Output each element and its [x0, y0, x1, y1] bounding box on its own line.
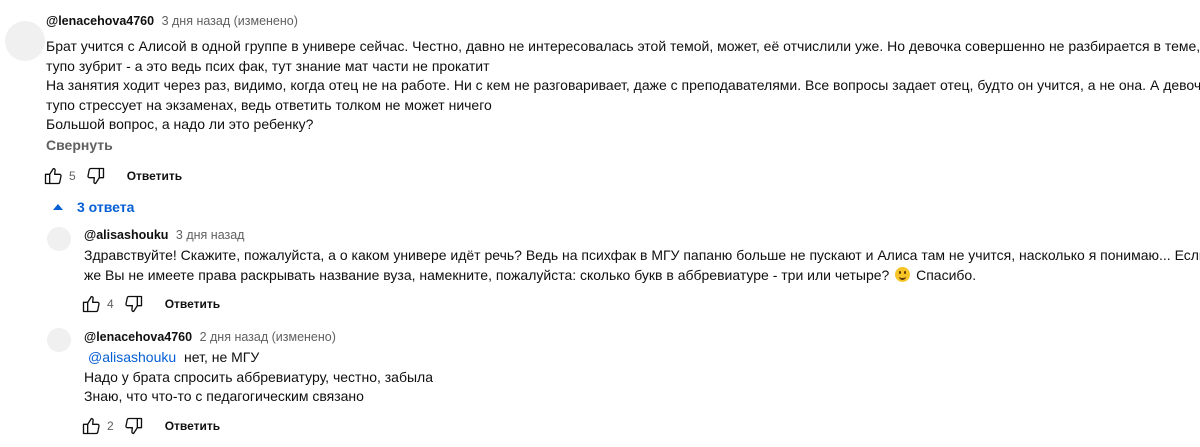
reply-button[interactable]: Ответить — [127, 169, 182, 183]
comment-text-line: Брат учится с Алисой в одной группе в ун… — [46, 38, 1200, 54]
thumbs-up-icon[interactable] — [80, 415, 102, 437]
like-count: 5 — [69, 169, 76, 183]
reply-text-segment: же Вы не имеете права раскрывать названи… — [84, 266, 890, 283]
reply-text-line: Знаю, что что-то с педагогическим связан… — [84, 388, 364, 404]
caret-up-icon — [53, 204, 63, 210]
reply-action-bar: 4 Ответить — [80, 292, 220, 316]
reply-text-segment: Спасибо. — [916, 266, 977, 283]
comment-text-line: тупо зубрит - а это ведь псих фак, тут з… — [46, 57, 490, 74]
comment-text-line: Большой вопрос, а надо ли это ребенку? — [46, 116, 314, 132]
mention-link[interactable]: @alisashouku — [88, 349, 176, 365]
comment-text: Брат учится с Алисой в одной группе в ун… — [46, 37, 1200, 135]
thumbs-down-icon[interactable] — [123, 293, 145, 315]
collapse-button[interactable]: Свернуть — [46, 137, 113, 153]
comment-action-bar: 5 Ответить — [42, 164, 182, 188]
comment-author[interactable]: @lenacehova4760 — [46, 14, 154, 28]
reply-text-segment: нет, не МГУ — [184, 349, 260, 365]
reply-text-line: Здравствуйте! Скажите, пожалуйста, а о к… — [84, 247, 1200, 263]
thumbs-down-icon[interactable] — [123, 415, 145, 437]
thumbs-up-icon[interactable] — [42, 165, 64, 187]
reply-author[interactable]: @lenacehova4760 — [84, 330, 192, 344]
thumbs-down-icon[interactable] — [85, 165, 107, 187]
reply-text-line: Надо у брата спросить аббревиатуру, чест… — [84, 368, 433, 385]
thumbs-up-icon[interactable] — [80, 293, 102, 315]
avatar[interactable] — [47, 328, 71, 352]
reply-header: @lenacehova4760 2 дня назад (изменено) — [84, 330, 336, 344]
reply-button[interactable]: Ответить — [165, 419, 220, 433]
reply-text: @alisashouku нет, не МГУ Надо у брата сп… — [84, 348, 433, 407]
comment-text-line: На занятия ходит через раз, видимо, когд… — [46, 77, 1200, 93]
comment-text-line: тупо стрессует на экзаменах, ведь ответи… — [46, 96, 492, 113]
reply-text-line: @alisashouku нет, не МГУ — [84, 348, 433, 368]
reply-text-line: же Вы не имеете права раскрывать названи… — [84, 266, 1200, 286]
reply-timestamp[interactable]: 3 дня назад — [176, 228, 245, 242]
reply-timestamp[interactable]: 2 дня назад (изменено) — [200, 330, 336, 344]
comment-header: @lenacehova4760 3 дня назад (изменено) — [46, 14, 298, 28]
reply-header: @alisashouku 3 дня назад — [84, 228, 244, 242]
reply-text: Здравствуйте! Скажите, пожалуйста, а о к… — [84, 246, 1200, 285]
avatar[interactable] — [5, 21, 45, 61]
comment-timestamp[interactable]: 3 дня назад (изменено) — [162, 14, 298, 28]
avatar[interactable] — [47, 227, 71, 251]
replies-toggle-label: 3 ответа — [77, 199, 135, 215]
like-count: 4 — [107, 297, 114, 311]
reply-author[interactable]: @alisashouku — [84, 228, 168, 242]
reply-action-bar: 2 Ответить — [80, 414, 220, 438]
like-count: 2 — [107, 419, 114, 433]
replies-toggle[interactable]: 3 ответа — [50, 199, 134, 215]
smiling-face-emoji — [895, 266, 911, 282]
reply-button[interactable]: Ответить — [165, 297, 220, 311]
